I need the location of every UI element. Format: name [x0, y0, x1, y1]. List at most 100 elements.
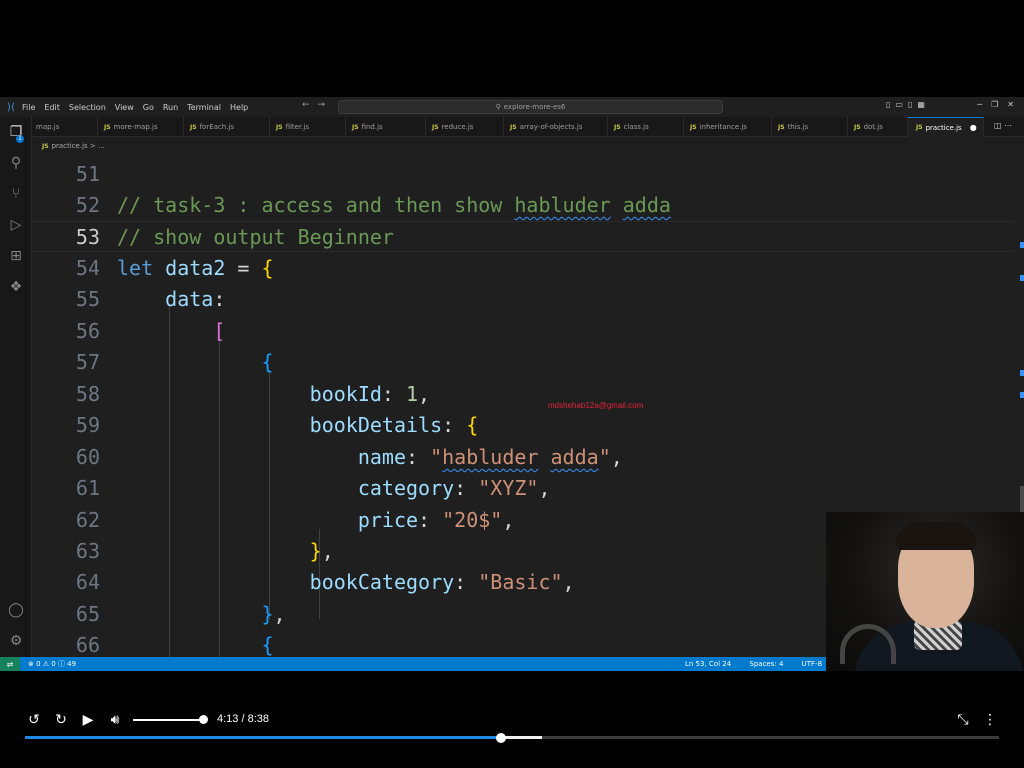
forward-arrow-icon[interactable]: →: [318, 100, 334, 110]
property-key: data: [165, 287, 214, 311]
string-quote: ": [598, 445, 611, 469]
line-number: 54: [75, 256, 100, 280]
variable: data2: [165, 256, 226, 280]
property-key: name: [357, 445, 406, 469]
comment: // task-3 : access and then show: [117, 193, 515, 217]
more-options-icon[interactable]: ⋮: [980, 710, 1000, 730]
tab-array-of-objects[interactable]: JS array-of-objects.js: [504, 117, 608, 137]
line-number: 66: [75, 633, 100, 657]
menu-go[interactable]: Go: [143, 103, 154, 112]
js-file-icon: JS: [614, 123, 621, 131]
comment-word: habluder: [514, 193, 611, 217]
property-key: price: [357, 508, 419, 532]
breadcrumb-file[interactable]: practice.js: [52, 142, 88, 150]
tab-label: this.js: [787, 123, 809, 131]
more-actions-icon[interactable]: ⋯: [1004, 121, 1012, 130]
operator: =: [225, 256, 262, 280]
toggle-panel-icon[interactable]: ▭: [895, 100, 903, 109]
layout-controls: ▯ ▭ ▯ ▦: [886, 100, 930, 109]
unsaved-dot-icon[interactable]: ●: [970, 123, 977, 132]
remote-icon[interactable]: ⇌: [0, 657, 20, 671]
search-text: explore-more-es6: [503, 103, 566, 111]
string-value: "Basic": [478, 570, 563, 594]
js-file-icon: JS: [916, 124, 923, 131]
js-file-icon: JS: [510, 123, 517, 131]
tab-foreach[interactable]: JS forEach.js: [184, 117, 270, 137]
brace: {: [261, 633, 274, 657]
line-number: 56: [75, 319, 100, 343]
code-line: 55 data:: [32, 284, 1014, 315]
brace: }: [261, 602, 274, 626]
account-icon[interactable]: ◯: [7, 601, 25, 619]
close-icon[interactable]: ✕: [1007, 100, 1014, 109]
breadcrumb-rest[interactable]: > ...: [90, 142, 105, 150]
menu-run[interactable]: Run: [163, 103, 178, 112]
problems-count[interactable]: ⊗ 0 ⚠ 0 ⓘ 49: [28, 659, 76, 669]
cursor-position[interactable]: Ln 53, Col 24: [685, 660, 731, 668]
settings-gear-icon[interactable]: ⚙: [7, 632, 25, 650]
menu-help[interactable]: Help: [230, 103, 248, 112]
extensions-icon[interactable]: ⊞: [7, 247, 25, 265]
menu-bar: File Edit Selection View Go Run Terminal Help: [22, 103, 257, 112]
js-file-icon: JS: [854, 123, 861, 131]
tab-practice[interactable]: JS practice.js ●: [908, 117, 984, 137]
toggle-sidebar-icon[interactable]: ▯: [886, 100, 890, 109]
forward-10-icon[interactable]: ↻: [51, 710, 71, 730]
split-editor-icon[interactable]: ◫: [994, 121, 1002, 130]
string-value: "XYZ": [478, 476, 539, 500]
customize-layout-icon[interactable]: ▦: [917, 100, 925, 109]
menu-view[interactable]: View: [115, 103, 134, 112]
code-line: 51: [32, 159, 1014, 190]
tab-dot[interactable]: JS dot.js: [848, 117, 908, 137]
progress-played: [25, 736, 502, 739]
title-bar: ⟩⟨ File Edit Selection View Go Run Terminal Hel…: [0, 97, 1024, 117]
run-debug-icon[interactable]: ▷: [7, 216, 25, 234]
property-key: bookId: [309, 382, 382, 406]
menu-terminal[interactable]: Terminal: [187, 103, 221, 112]
minimize-icon[interactable]: ─: [977, 100, 982, 109]
tab-class[interactable]: JS class.js: [608, 117, 684, 137]
rewind-10-icon[interactable]: ↺: [24, 710, 44, 730]
scroll-marker: [1020, 392, 1024, 398]
tab-actions: ◫ ⋯: [994, 121, 1012, 130]
tab-this[interactable]: JS this.js: [772, 117, 848, 137]
line-number: 61: [75, 476, 100, 500]
encoding[interactable]: UTF-8: [802, 660, 822, 668]
back-arrow-icon[interactable]: ←: [302, 100, 318, 110]
line-number: 52: [75, 193, 100, 217]
figma-icon[interactable]: ❖: [7, 278, 25, 296]
tab-more-map[interactable]: JS more-map.js: [98, 117, 184, 137]
line-number: 65: [75, 602, 100, 626]
volume-slider[interactable]: [133, 719, 203, 721]
menu-edit[interactable]: Edit: [44, 103, 60, 112]
tab-map[interactable]: map.js: [32, 117, 98, 137]
volume-handle[interactable]: [199, 715, 208, 724]
source-control-icon[interactable]: ⑂: [7, 185, 25, 203]
restore-icon[interactable]: ❐: [991, 100, 998, 109]
tab-find[interactable]: JS find.js: [346, 117, 426, 137]
js-file-icon: JS: [42, 142, 49, 150]
play-button-icon[interactable]: ▶: [78, 710, 98, 730]
current-code-line: 53 // show output Beginner: [32, 221, 1014, 252]
vscode-logo-icon: ⟩⟨: [7, 101, 15, 113]
volume-icon[interactable]: 🔊︎: [105, 710, 125, 730]
time-display: 4:13 / 8:38: [217, 713, 269, 725]
scroll-marker: [1020, 275, 1024, 281]
toggle-secondary-sidebar-icon[interactable]: ▯: [908, 100, 912, 109]
exit-fullscreen-icon[interactable]: ⤡: [953, 710, 973, 730]
explorer-badge: 1: [16, 135, 24, 143]
activity-bar: ❐ 1 ⚲ ⑂ ▷ ⊞ ❖ ◯ ⚙: [0, 117, 32, 661]
search-icon[interactable]: ⚲: [7, 154, 25, 172]
indentation[interactable]: Spaces: 4: [749, 660, 783, 668]
menu-selection[interactable]: Selection: [69, 103, 106, 112]
tab-reduce[interactable]: JS reduce.js: [426, 117, 504, 137]
tab-inheritance[interactable]: JS inheritance.js: [684, 117, 772, 137]
line-number: 63: [75, 539, 100, 563]
brace: {: [261, 350, 274, 374]
tab-filter[interactable]: JS filter.js: [270, 117, 346, 137]
js-file-icon: JS: [276, 123, 283, 131]
command-center-search[interactable]: ⚲ explore-more-es6: [338, 100, 723, 114]
string-word: adda: [550, 445, 599, 469]
menu-file[interactable]: File: [22, 103, 35, 112]
code-line: 57 {: [32, 347, 1014, 378]
